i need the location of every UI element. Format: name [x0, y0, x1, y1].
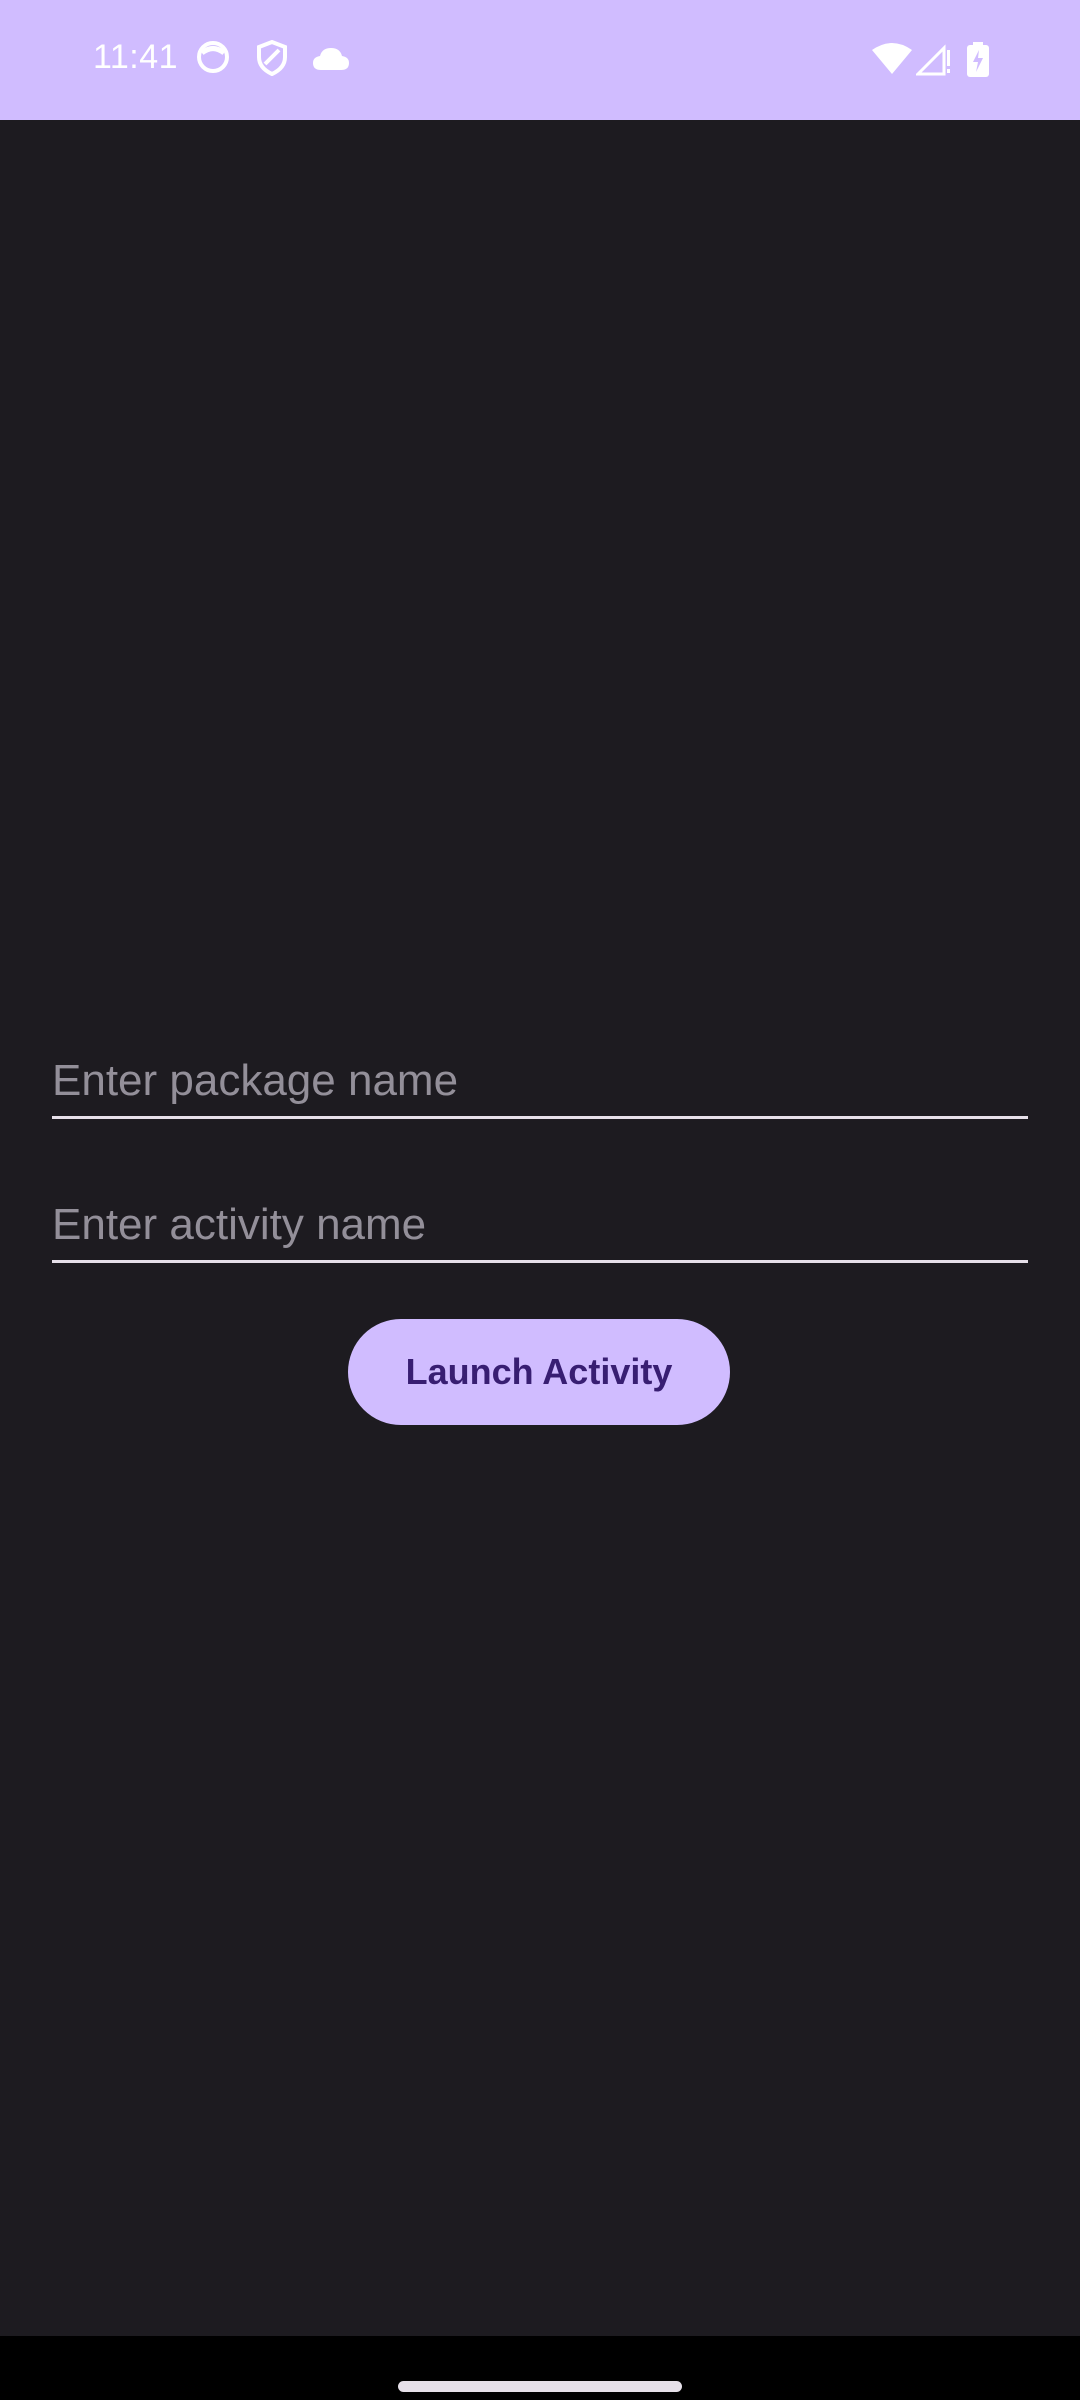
launch-activity-button[interactable]: Launch Activity	[348, 1319, 730, 1425]
package-name-field[interactable]	[52, 1035, 1028, 1119]
cloud-icon	[312, 46, 350, 77]
launch-activity-label: Launch Activity	[405, 1351, 673, 1392]
battery-charging-icon	[966, 42, 990, 83]
package-name-input[interactable]	[52, 1035, 1028, 1116]
status-bar: 11:41	[0, 0, 1080, 120]
face-icon	[196, 40, 230, 79]
wifi-icon	[872, 42, 912, 79]
home-gesture-handle[interactable]	[398, 2381, 682, 2392]
activity-name-field[interactable]	[52, 1179, 1028, 1263]
status-time: 11:41	[93, 38, 179, 76]
signal-icon	[914, 42, 950, 81]
activity-name-input[interactable]	[52, 1179, 1028, 1260]
shield-icon	[256, 39, 288, 81]
